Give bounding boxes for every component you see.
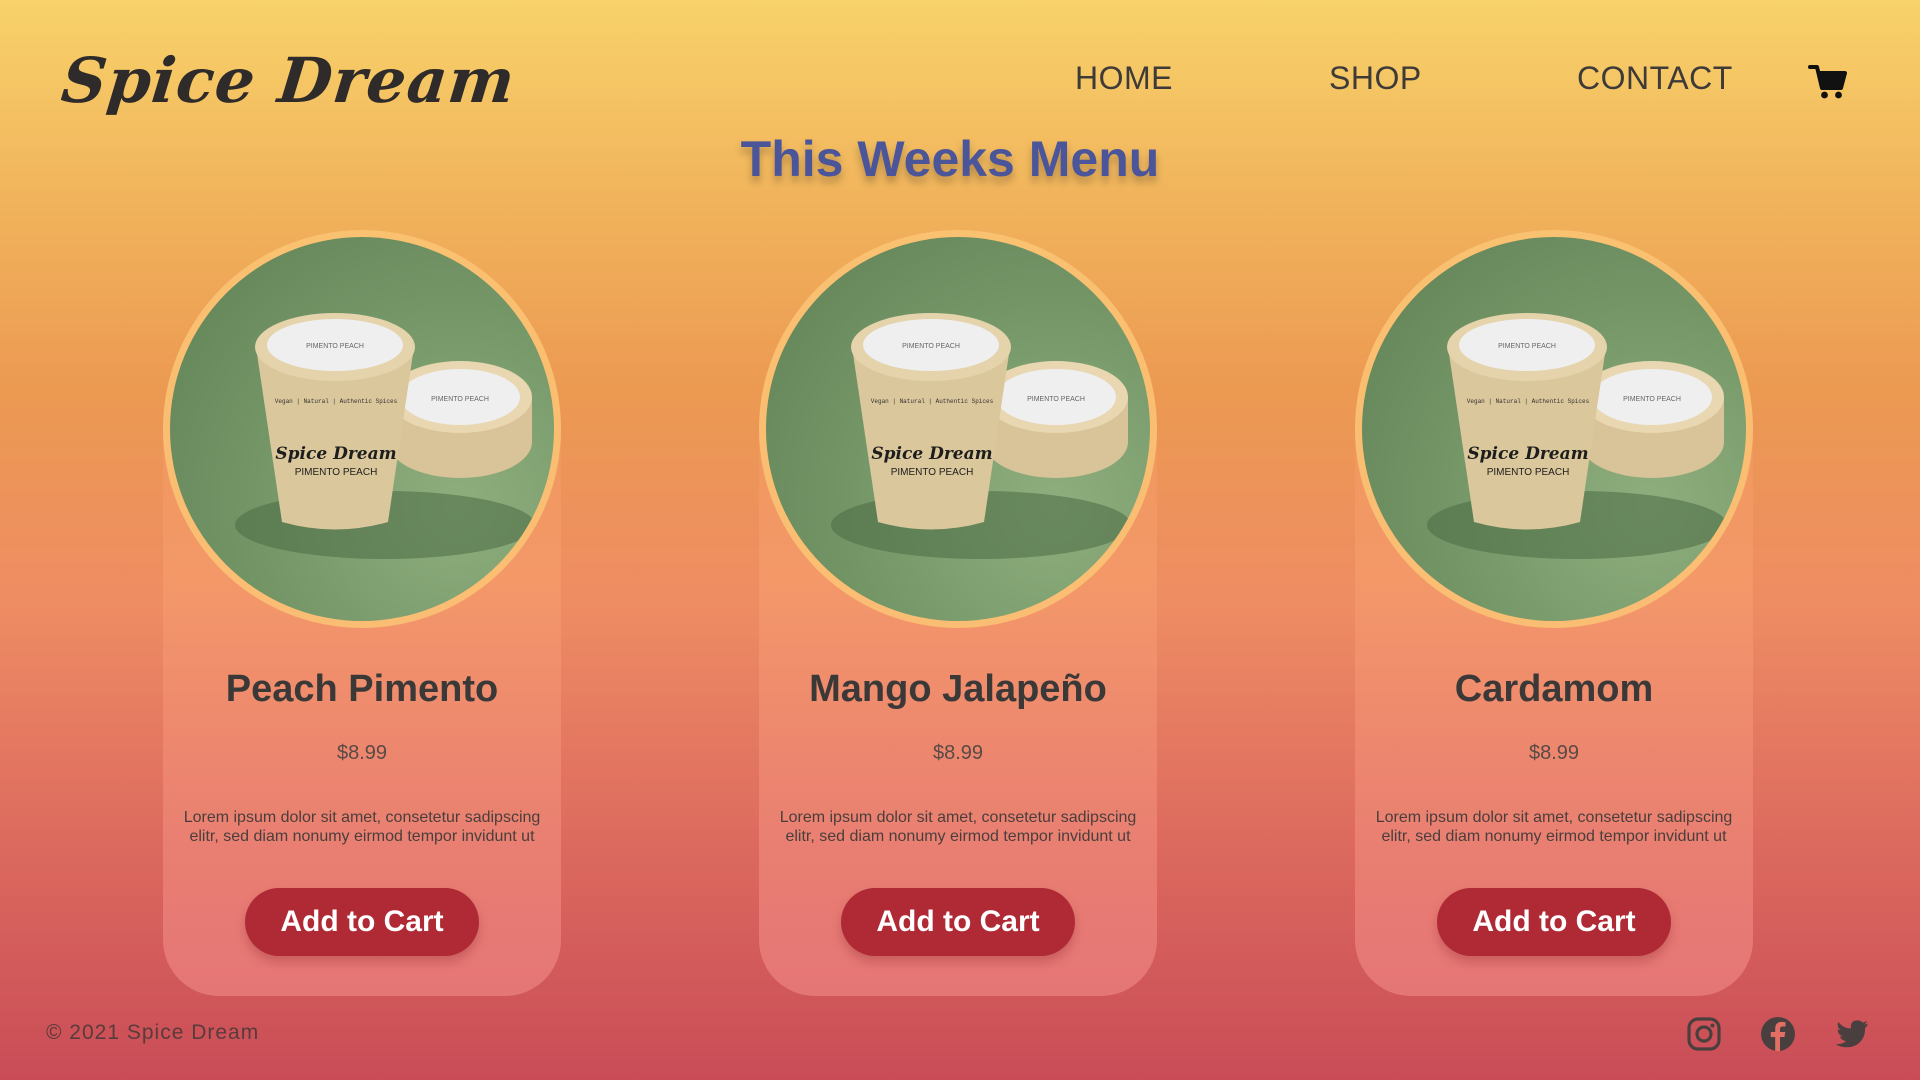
nav-shop-link[interactable]: SHOP xyxy=(1329,60,1422,97)
package-flavor: PIMENTO PEACH xyxy=(891,467,974,478)
package-tagline: Vegan | Natural | Authentic Spices xyxy=(275,398,398,405)
lid-text: PIMENTO PEACH xyxy=(1027,396,1085,403)
instagram-icon[interactable] xyxy=(1686,1016,1722,1052)
product-description: Lorem ipsum dolor sit amet, consetetur s… xyxy=(1375,809,1733,845)
product-name: Peach Pimento xyxy=(225,668,499,710)
main-nav: HOME SHOP CONTACT xyxy=(0,60,1920,104)
package-brand: Spice Dream xyxy=(1467,444,1588,464)
product-price: $8.99 xyxy=(336,742,388,764)
product-photo: PIMENTO PEACH PIMENTO PEACH Vegan | Natu… xyxy=(1362,237,1746,621)
lid-text: PIMENTO PEACH xyxy=(1623,396,1681,403)
menu-title: This Weeks Menu xyxy=(740,131,1160,187)
package-tagline: Vegan | Natural | Authentic Spices xyxy=(871,398,994,405)
product-photo: PIMENTO PEACH PIMENTO PEACH Vegan | Natu… xyxy=(766,237,1150,621)
package-flavor: PIMENTO PEACH xyxy=(295,467,378,478)
product-name: Cardamom xyxy=(1454,668,1654,710)
nav-contact-link[interactable]: CONTACT xyxy=(1577,60,1733,97)
lid-text: PIMENTO PEACH xyxy=(306,343,364,350)
product-price: $8.99 xyxy=(1528,742,1580,764)
package-brand: Spice Dream xyxy=(275,444,396,464)
facebook-icon[interactable] xyxy=(1760,1016,1796,1052)
product-card: PIMENTO PEACH PIMENTO PEACH Vegan | Natu… xyxy=(759,230,1157,996)
lid-text: PIMENTO PEACH xyxy=(902,343,960,350)
product-photo: PIMENTO PEACH PIMENTO PEACH Vegan | Natu… xyxy=(170,237,554,621)
product-name: Mango Jalapeño xyxy=(809,668,1107,710)
product-price: $8.99 xyxy=(932,742,984,764)
lid-text: PIMENTO PEACH xyxy=(1498,343,1556,350)
product-card: PIMENTO PEACH PIMENTO PEACH Vegan | Natu… xyxy=(163,230,561,996)
twitter-icon[interactable] xyxy=(1834,1016,1870,1052)
package-flavor: PIMENTO PEACH xyxy=(1487,467,1570,478)
shopping-cart-icon[interactable] xyxy=(1808,62,1848,102)
add-to-cart-button[interactable]: Add to Cart xyxy=(245,888,479,956)
add-to-cart-button[interactable]: Add to Cart xyxy=(1437,888,1671,956)
lid-text: PIMENTO PEACH xyxy=(431,396,489,403)
product-description: Lorem ipsum dolor sit amet, consetetur s… xyxy=(183,809,541,845)
footer-copyright: © 2021 Spice Dream xyxy=(46,1021,260,1044)
nav-home-link[interactable]: HOME xyxy=(1075,60,1173,97)
package-tagline: Vegan | Natural | Authentic Spices xyxy=(1467,398,1590,405)
package-brand: Spice Dream xyxy=(871,444,992,464)
product-description: Lorem ipsum dolor sit amet, consetetur s… xyxy=(779,809,1137,845)
product-card: PIMENTO PEACH PIMENTO PEACH Vegan | Natu… xyxy=(1355,230,1753,996)
add-to-cart-button[interactable]: Add to Cart xyxy=(841,888,1075,956)
